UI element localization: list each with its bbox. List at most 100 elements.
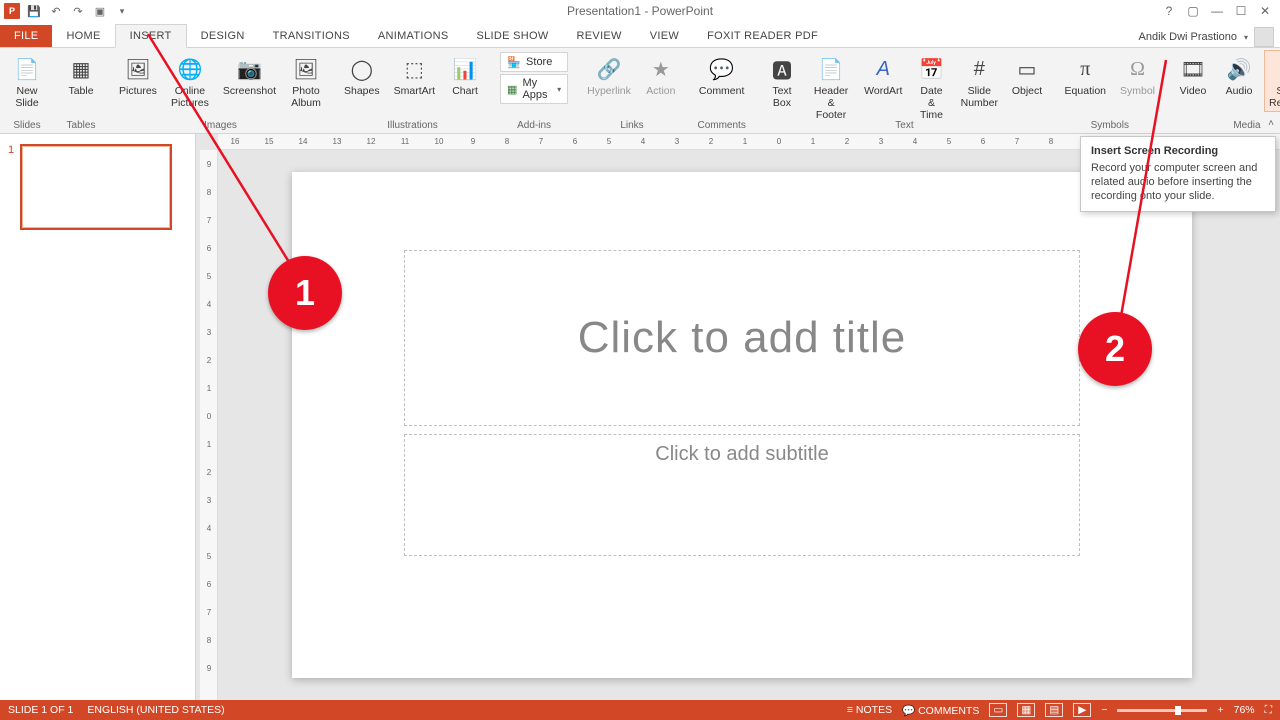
status-notes[interactable]: ≡ NOTES [847, 704, 892, 716]
status-comments[interactable]: 💬 COMMENTS [902, 704, 979, 717]
window-title: Presentation1 - PowerPoint [0, 4, 1280, 18]
shapes-icon: ◯ [346, 55, 378, 83]
maximize-icon[interactable]: ☐ [1234, 4, 1248, 18]
status-slide-counter[interactable]: SLIDE 1 OF 1 [8, 704, 73, 716]
redo-icon[interactable]: ↷ [70, 3, 86, 19]
object-button[interactable]: ▭ Object [1006, 50, 1047, 112]
table-label: Table [68, 85, 93, 109]
shapes-button[interactable]: ◯ Shapes [339, 50, 385, 112]
ribbon-tabs: FILE HOME INSERT DESIGN TRANSITIONS ANIM… [0, 22, 1280, 48]
sorter-view-icon[interactable]: ▦ [1017, 703, 1035, 717]
tab-review[interactable]: REVIEW [563, 25, 636, 47]
screen-recording-tooltip: Insert Screen Recording Record your comp… [1080, 136, 1276, 212]
start-from-beginning-icon[interactable]: ▣ [92, 3, 108, 19]
collapse-ribbon-icon[interactable]: ˄ [1268, 118, 1274, 129]
comment-button[interactable]: 💬 Comment [694, 50, 750, 112]
group-symbols: π Equation Ω Symbol Symbols [1054, 48, 1166, 133]
date-time-button[interactable]: 📅 Date & Time [911, 50, 952, 112]
chart-icon: 📊 [449, 55, 481, 83]
smartart-button[interactable]: ⬚ SmartArt [389, 50, 440, 112]
pictures-button[interactable]: 🖼 Pictures [114, 50, 162, 112]
close-icon[interactable]: ✕ [1258, 4, 1272, 18]
wordart-button[interactable]: A WordArt [860, 50, 907, 112]
title-placeholder-text: Click to add title [578, 313, 907, 363]
tab-animations[interactable]: ANIMATIONS [364, 25, 463, 47]
ribbon: 📄 New Slide Slides ▦ Table Tables 🖼 Pict… [0, 48, 1280, 134]
audio-icon: 🔊 [1223, 55, 1255, 83]
tab-insert[interactable]: INSERT [115, 24, 187, 48]
equation-label: Equation [1065, 85, 1106, 109]
account-area[interactable]: Andik Dwi Prastiono ▾ [1139, 27, 1280, 47]
group-links-label: Links [582, 119, 682, 133]
tab-file[interactable]: FILE [0, 25, 52, 47]
qat-dropdown-icon[interactable]: ▾ [114, 3, 130, 19]
video-button[interactable]: 🎞 Video [1172, 50, 1214, 112]
smartart-label: SmartArt [394, 85, 435, 109]
text-box-button[interactable]: 🅰 Text Box [761, 50, 802, 112]
normal-view-icon[interactable]: ▭ [989, 703, 1007, 717]
tab-view[interactable]: VIEW [636, 25, 693, 47]
reading-view-icon[interactable]: ▤ [1045, 703, 1063, 717]
slideshow-view-icon[interactable]: ▶ [1073, 703, 1091, 717]
action-label: Action [646, 85, 675, 109]
store-button[interactable]: 🏪 Store [500, 52, 568, 72]
photo-album-icon: 🖼 [290, 55, 322, 83]
ribbon-options-icon[interactable]: ▢ [1186, 4, 1200, 18]
zoom-out-icon[interactable]: − [1101, 704, 1107, 716]
symbol-button[interactable]: Ω Symbol [1115, 50, 1160, 112]
tab-slideshow[interactable]: SLIDE SHOW [462, 25, 562, 47]
new-slide-label: New Slide [15, 85, 38, 109]
store-label: Store [526, 56, 552, 68]
title-placeholder[interactable]: Click to add title [404, 250, 1080, 426]
equation-button[interactable]: π Equation [1060, 50, 1111, 112]
object-label: Object [1012, 85, 1042, 109]
photo-album-button[interactable]: 🖼 Photo Album [285, 50, 327, 112]
window-controls: ? ▢ — ☐ ✕ [1162, 4, 1280, 18]
group-comments: 💬 Comment Comments [688, 48, 756, 133]
annotation-callout-1: 1 [268, 256, 342, 330]
screen-recording-button[interactable]: ⏺ Screen Recording [1264, 50, 1280, 112]
tab-transitions[interactable]: TRANSITIONS [259, 25, 364, 47]
header-footer-button[interactable]: 📄 Header & Footer [807, 50, 856, 112]
zoom-percent[interactable]: 76% [1234, 704, 1255, 716]
account-name: Andik Dwi Prastiono [1139, 31, 1237, 43]
table-button[interactable]: ▦ Table [60, 50, 102, 112]
tab-design[interactable]: DESIGN [187, 25, 259, 47]
new-slide-button[interactable]: 📄 New Slide [6, 50, 48, 112]
screenshot-label: Screenshot [223, 85, 276, 109]
thumbnail-number: 1 [8, 144, 14, 230]
tooltip-body: Record your computer screen and related … [1091, 161, 1265, 203]
slide-number-button[interactable]: # Slide Number [956, 50, 1002, 112]
minimize-icon[interactable]: — [1210, 4, 1224, 18]
wordart-label: WordArt [864, 85, 902, 109]
screenshot-button[interactable]: 📷 Screenshot [218, 50, 281, 112]
online-pictures-button[interactable]: 🌐 Online Pictures [166, 50, 214, 112]
undo-icon[interactable]: ↶ [48, 3, 64, 19]
save-icon[interactable]: 💾 [26, 3, 42, 19]
slide-number-icon: # [963, 55, 995, 83]
thumbnail-row[interactable]: 1 [8, 144, 187, 230]
tab-home[interactable]: HOME [52, 25, 114, 47]
slide[interactable]: Click to add title Click to add subtitle [292, 172, 1192, 678]
hyperlink-button[interactable]: 🔗 Hyperlink [582, 50, 636, 112]
quick-access-toolbar: P 💾 ↶ ↷ ▣ ▾ [0, 3, 130, 19]
action-button[interactable]: ★ Action [640, 50, 682, 112]
audio-button[interactable]: 🔊 Audio [1218, 50, 1260, 112]
tab-foxit[interactable]: FOXIT READER PDF [693, 25, 832, 47]
status-language[interactable]: ENGLISH (UNITED STATES) [87, 704, 224, 716]
avatar[interactable] [1254, 27, 1274, 47]
fit-to-window-icon[interactable]: ⛶ [1265, 704, 1272, 717]
slide-thumbnail[interactable] [20, 144, 172, 230]
chart-button[interactable]: 📊 Chart [444, 50, 486, 112]
subtitle-placeholder[interactable]: Click to add subtitle [404, 434, 1080, 556]
annotation-callout-2: 2 [1078, 312, 1152, 386]
help-icon[interactable]: ? [1162, 4, 1176, 18]
group-addins: 🏪 Store ▦ My Apps ▾ Add-ins [492, 48, 576, 133]
zoom-slider[interactable] [1117, 709, 1207, 712]
group-media: 🎞 Video 🔊 Audio ⏺ Screen Recording Media [1166, 48, 1280, 133]
my-apps-button[interactable]: ▦ My Apps ▾ [500, 74, 568, 104]
group-tables: ▦ Table Tables [54, 48, 108, 133]
zoom-in-icon[interactable]: + [1217, 704, 1223, 716]
screenshot-icon: 📷 [233, 55, 265, 83]
group-slides-label: Slides [6, 119, 48, 133]
